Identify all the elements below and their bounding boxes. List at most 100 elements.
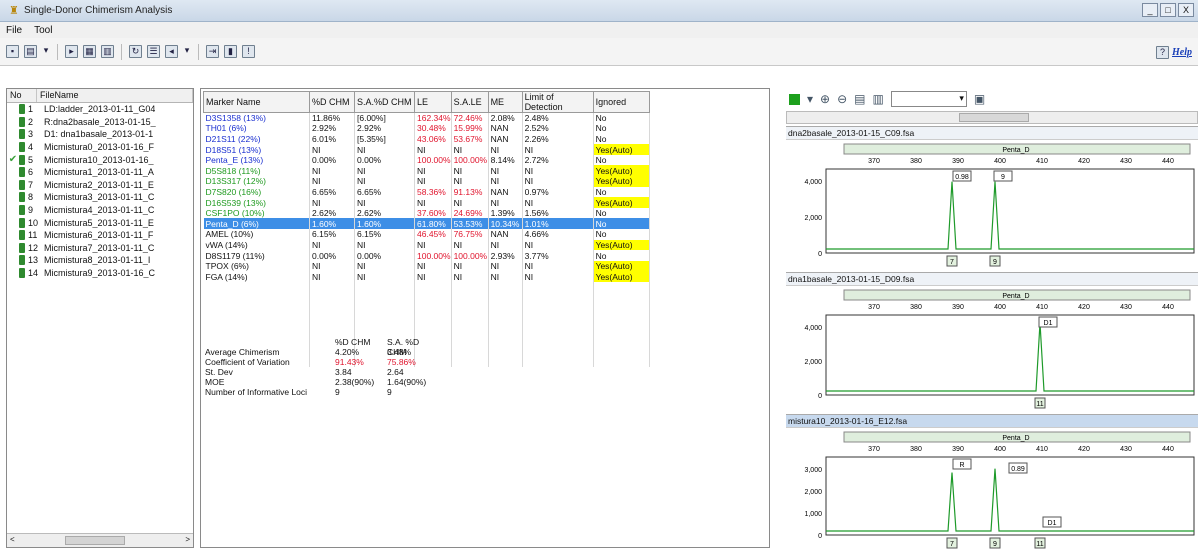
marker-cell-name: vWA (14%) — [203, 239, 310, 251]
marker-row[interactable]: D21S11 (22%) 6.01% [5.35%] 43.06% 53.67% NAN 2… — [203, 133, 650, 145]
marker-row[interactable]: CSF1PO (10%) 2.62% 2.62% 37.60% 24.69% 1.39% 1… — [203, 207, 650, 219]
size-tick: 420 — [1078, 304, 1090, 311]
menu-file[interactable]: File — [0, 25, 28, 36]
file-row[interactable]: 11 Micmistura6_2013-01-11_F — [7, 229, 193, 242]
file-row[interactable]: 1 LD:ladder_2013-01-11_G04 — [7, 103, 193, 116]
marker-row[interactable]: TH01 (6%) 2.92% 2.92% 30.48% 15.99% NAN 2.52% N… — [203, 123, 650, 134]
toolbar-separator — [121, 43, 122, 60]
peak-label: 9 — [1001, 174, 1005, 181]
file-row[interactable]: 9 Micmistura4_2013-01-11_C — [7, 204, 193, 217]
file-row[interactable]: 14 Micmistura9_2013-01-16_C — [7, 267, 193, 280]
open-panel-icon[interactable]: ▸ — [65, 45, 78, 58]
columns-icon[interactable]: ▥ — [873, 92, 884, 106]
marker-row[interactable]: D7S820 (16%) 6.65% 6.65% 58.36% 91.13% NAN 0.9… — [203, 186, 650, 198]
marker-row[interactable]: D16S539 (13%) NI NI NI NI NI NI Yes(Auto) — [203, 197, 650, 208]
close-button[interactable]: X — [1178, 3, 1194, 17]
dropdown-arrow-icon[interactable]: ▾ — [183, 45, 191, 58]
marker-cell-ign: No — [593, 133, 650, 145]
grid-icon[interactable]: ▦ — [83, 45, 96, 58]
marker-row[interactable]: vWA (14%) NI NI NI NI NI NI Yes(Auto) — [203, 239, 650, 251]
chart-icon[interactable]: ▮ — [224, 45, 237, 58]
marker-cell-sad: 2.62% — [354, 207, 415, 219]
electropherogram-plot[interactable]: Penta_D 370 380 390 400 410 420 430 440 4,000 2,00… — [786, 141, 1198, 271]
col-header-no[interactable]: No — [7, 89, 37, 102]
dropdown-arrow-icon[interactable]: ▾ — [807, 92, 813, 106]
marker-row[interactable]: D18S51 (13%) NI NI NI NI NI NI Yes(Auto) — [203, 144, 650, 155]
refresh-icon[interactable]: ↻ — [129, 45, 142, 58]
file-row[interactable]: 6 Micmistura1_2013-01-11_A — [7, 166, 193, 179]
col-header[interactable]: ME — [487, 91, 523, 113]
col-header[interactable]: S.A.LE — [450, 91, 489, 113]
marker-row[interactable]: TPOX (6%) NI NI NI NI NI NI Yes(Auto) — [203, 260, 650, 272]
file-row[interactable]: 4 Micmistura0_2013-01-16_F — [7, 141, 193, 154]
export-icon[interactable]: ⇥ — [206, 45, 219, 58]
layout-icon[interactable]: ▤ — [854, 92, 865, 106]
col-header[interactable]: Marker Name — [203, 91, 310, 113]
trace-panel[interactable]: dna2basale_2013-01-15_C09.fsa Penta_D 370 3… — [786, 126, 1198, 270]
marker-row[interactable]: Penta_E (13%) 0.00% 0.00% 100.00% 100.00% 8.1… — [203, 154, 650, 166]
back-arrow-icon[interactable]: ◂ — [165, 45, 178, 58]
electropherogram-plot[interactable]: Penta_D 370 380 390 400 410 420 430 440 4,000 2,00… — [786, 287, 1198, 413]
file-row[interactable]: 7 Micmistura2_2013-01-11_E — [7, 179, 193, 192]
scroll-left-icon[interactable]: < — [10, 535, 15, 544]
minimize-button[interactable]: _ — [1142, 3, 1158, 17]
size-tick: 400 — [994, 158, 1006, 165]
electropherogram-toolbar: ▾ ⊕ ⊖ ▤ ▥ ▣ — [786, 88, 1198, 110]
peak-label: 0.98 — [955, 174, 969, 181]
marker-row[interactable]: D3S1358 (13%) 11.86% [6.00%] 162.34% 72.46% 2… — [203, 112, 650, 124]
electropherogram-plot[interactable]: Penta_D 370 380 390 400 410 420 430 440 3,000 2,00… — [786, 429, 1198, 553]
file-row[interactable]: 10 Micmistura5_2013-01-11_E — [7, 216, 193, 229]
scroll-right-icon[interactable]: > — [185, 535, 190, 544]
file-row[interactable]: 12 Micmistura7_2013-01-11_C — [7, 242, 193, 255]
col-header-filename[interactable]: FileName — [37, 89, 193, 102]
plot-frame — [825, 314, 1195, 396]
color-square-icon[interactable] — [789, 93, 800, 105]
file-row[interactable]: 13 Micmistura8_2013-01-11_I — [7, 254, 193, 267]
file-row[interactable]: 8 Micmistura3_2013-01-11_C — [7, 191, 193, 204]
file-row[interactable]: 2 R:dna2basale_2013-01-15_ — [7, 116, 193, 129]
col-header[interactable]: S.A.%D CHM — [354, 91, 415, 113]
marker-row[interactable]: D8S1179 (11%) 0.00% 0.00% 100.00% 100.00% 2.9… — [203, 250, 650, 261]
file-icon — [19, 242, 25, 253]
trace-panel[interactable]: dna1basale_2013-01-15_D09.fsa Penta_D 370 3… — [786, 272, 1198, 412]
file-row[interactable]: ✔ 5 Micmistura10_2013-01-16_ — [7, 153, 193, 166]
calculator-icon[interactable]: ▥ — [101, 45, 114, 58]
file-row[interactable]: 3 D1: dna1basale_2013-01-1 — [7, 128, 193, 141]
marker-row[interactable]: FGA (14%) NI NI NI NI NI NI Yes(Auto) — [203, 271, 650, 282]
marker-row[interactable]: D13S317 (12%) NI NI NI NI NI NI Yes(Auto) — [203, 176, 650, 187]
marker-cell-le: NI — [414, 165, 452, 177]
marker-cell-sad: NI — [354, 271, 415, 282]
col-header[interactable]: Limit of Detection — [521, 91, 594, 113]
zoom-out-icon[interactable]: ⊖ — [837, 92, 847, 106]
horizontal-scrollbar[interactable]: < > — [7, 533, 193, 547]
trace-panel[interactable]: mistura10_2013-01-16_E12.fsa Penta_D 370 38… — [786, 414, 1198, 552]
size-tick: 410 — [1036, 304, 1048, 311]
menu-tool[interactable]: Tool — [28, 25, 58, 36]
help-button[interactable]: ? Help — [1156, 46, 1192, 59]
file-name: Micmistura6_2013-01-11_F — [44, 230, 154, 241]
marker-cell-sale: 15.99% — [451, 123, 489, 134]
maximize-button[interactable]: □ — [1160, 3, 1176, 17]
marker-cell-d: 6.65% — [309, 186, 355, 198]
table-icon[interactable]: ☰ — [147, 45, 160, 58]
file-number: 1 — [28, 104, 34, 115]
print-icon[interactable]: ▤ — [24, 45, 37, 58]
marker-row[interactable]: D5S818 (11%) NI NI NI NI NI NI Yes(Auto) — [203, 165, 650, 177]
scroll-thumb[interactable] — [959, 113, 1029, 122]
marker-cell-le: 100.00% — [414, 250, 452, 261]
y-tick: 2,000 — [804, 359, 822, 366]
save-icon[interactable]: ▪ — [6, 45, 19, 58]
col-header[interactable]: %D CHM — [309, 91, 355, 113]
col-header[interactable]: Ignored — [592, 91, 650, 113]
alert-icon[interactable]: ! — [242, 45, 255, 58]
zoom-select[interactable] — [890, 91, 967, 107]
col-header[interactable]: LE — [414, 91, 452, 113]
marker-cell-ign: No — [593, 112, 650, 124]
zoom-in-icon[interactable]: ⊕ — [820, 92, 830, 106]
trace-scrollbar[interactable] — [786, 111, 1198, 124]
dropdown-arrow-icon[interactable]: ▾ — [42, 45, 50, 58]
scroll-thumb[interactable] — [65, 536, 125, 545]
save-image-icon[interactable]: ▣ — [974, 92, 985, 106]
marker-row[interactable]: Penta_D (6%) 1.60% 1.60% 61.80% 53.53% 10.34%… — [203, 218, 650, 230]
marker-row[interactable]: AMEL (10%) 6.15% 6.15% 46.45% 76.75% NAN 4.66%… — [203, 229, 650, 240]
